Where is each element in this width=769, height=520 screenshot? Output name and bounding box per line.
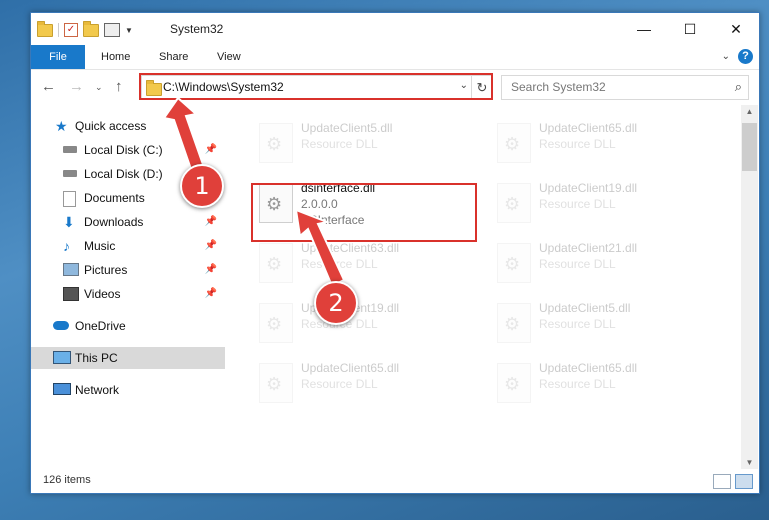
callout-2: 2 xyxy=(314,281,358,325)
arrow-2 xyxy=(294,208,346,288)
callout-1: 1 xyxy=(180,164,224,208)
annotation-arrows xyxy=(162,96,346,288)
